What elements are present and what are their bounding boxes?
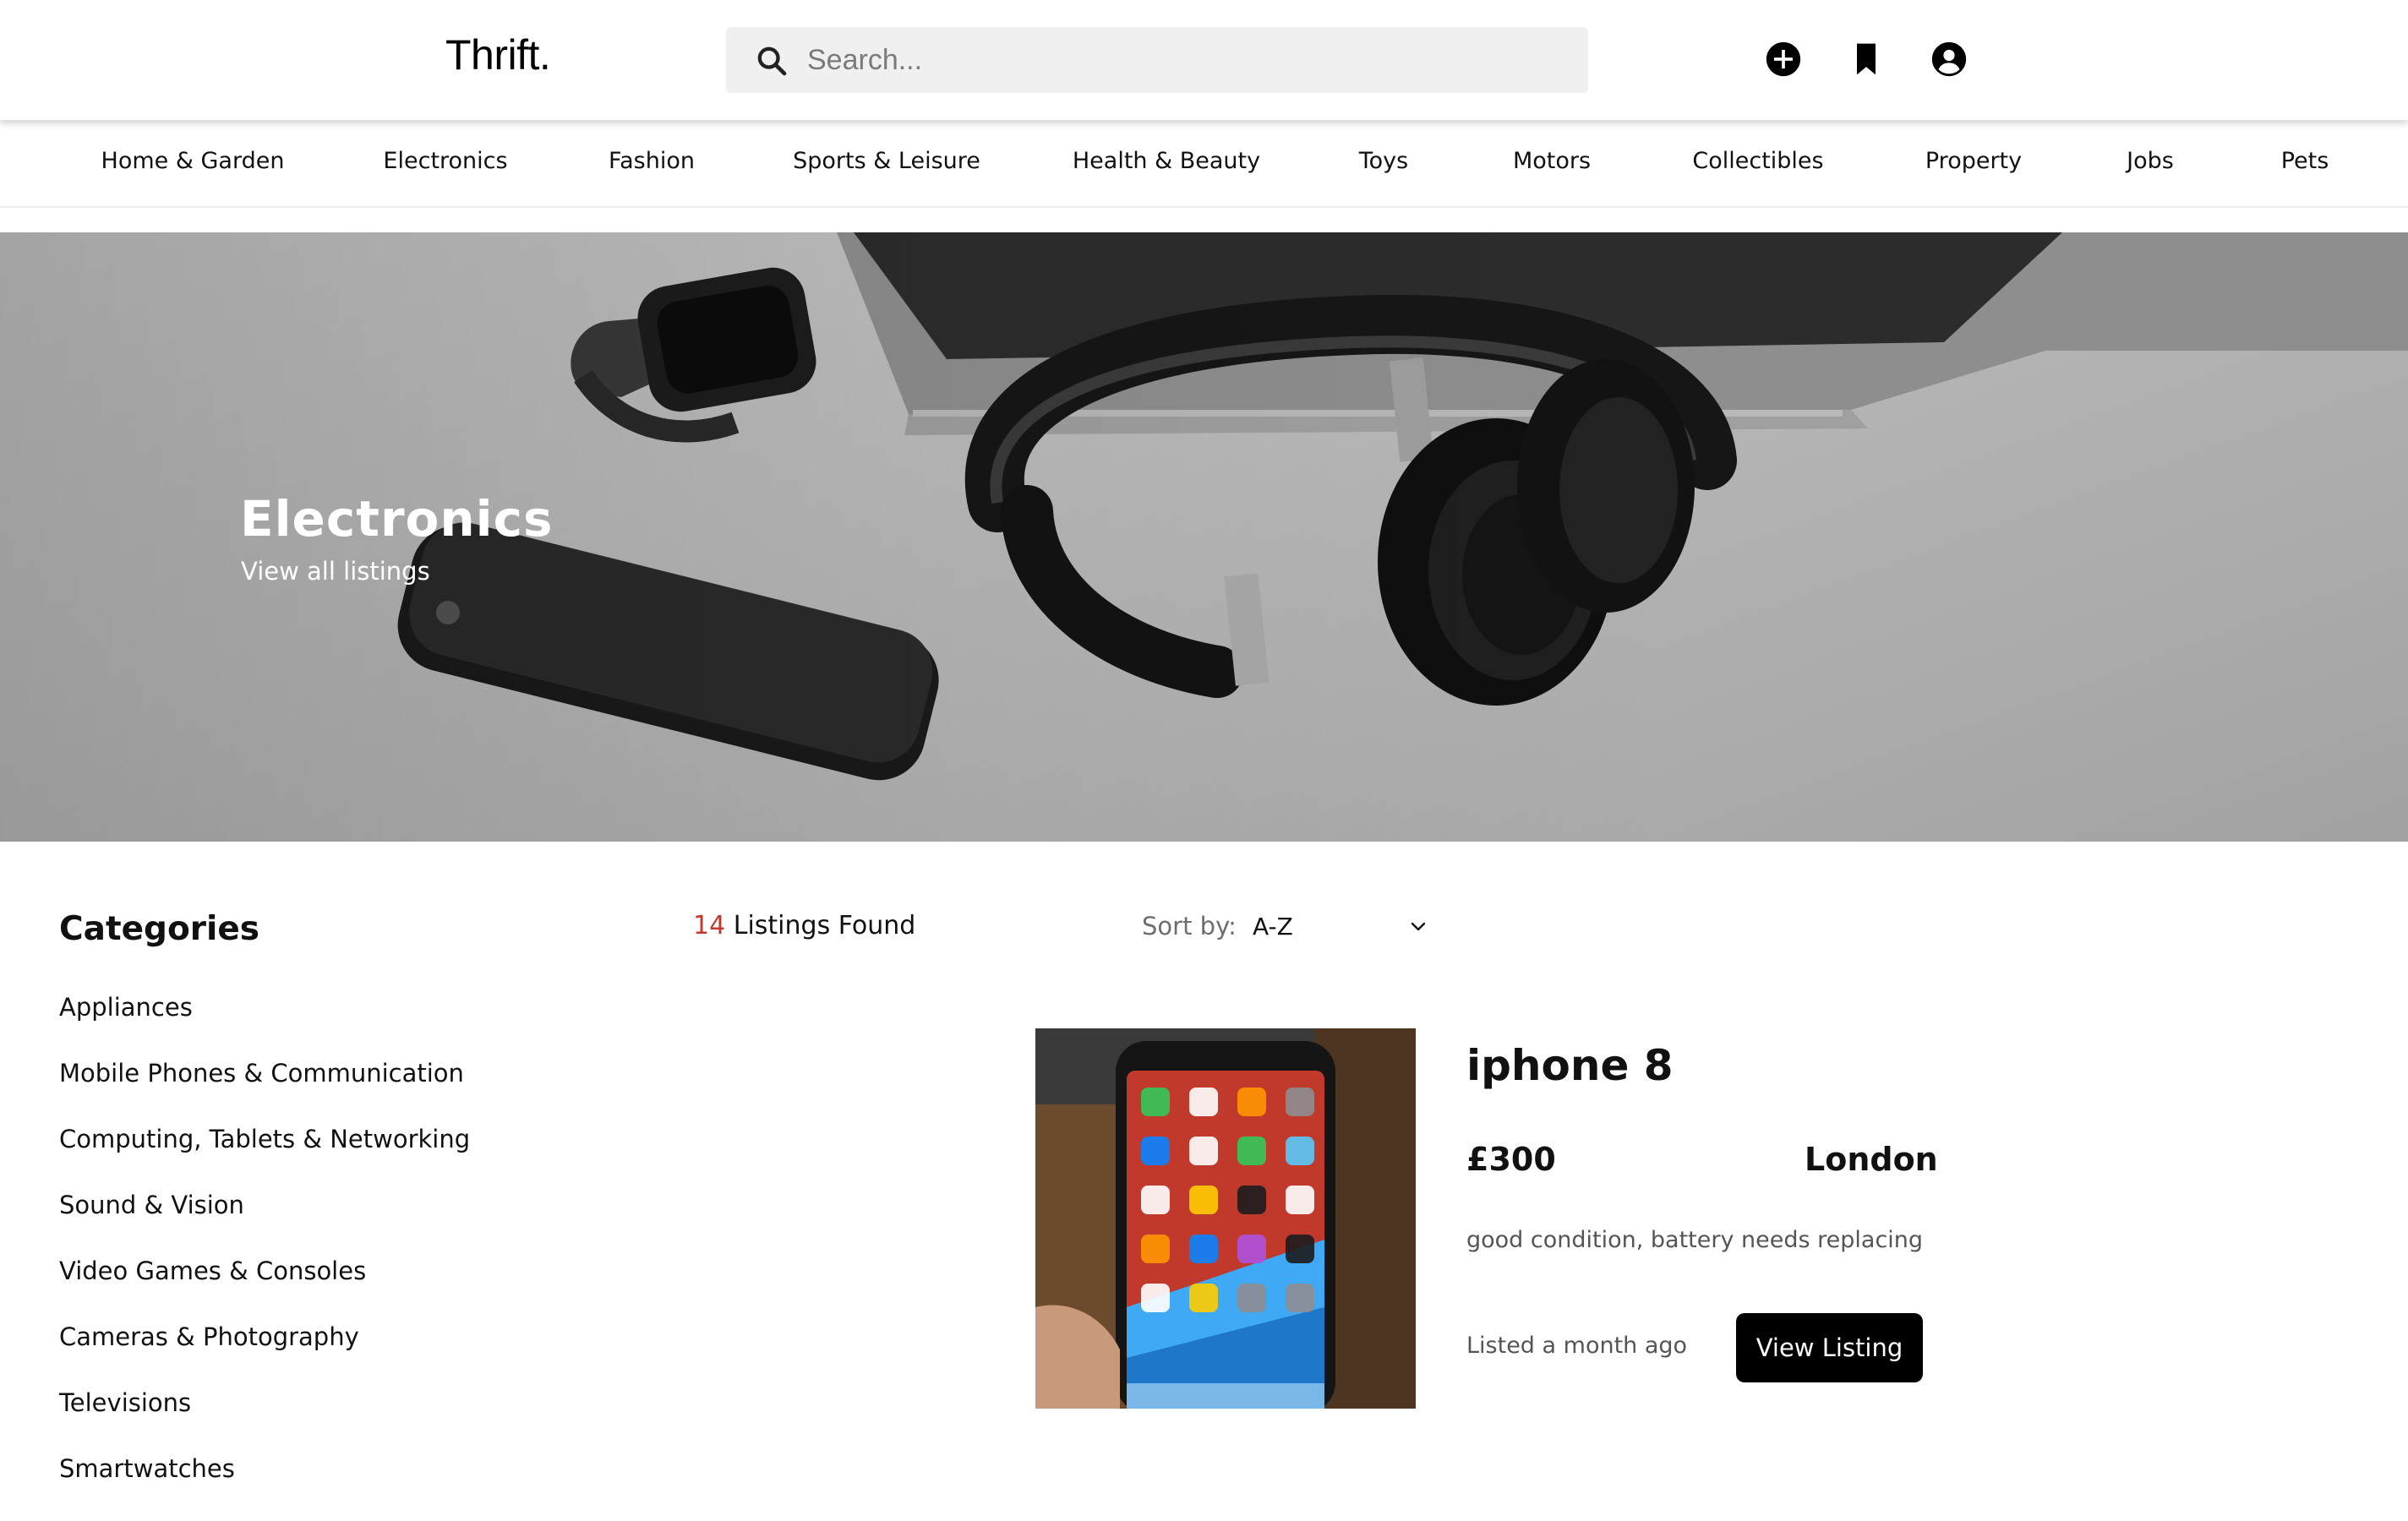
nav-item-home-garden[interactable]: Home & Garden [101, 148, 285, 174]
nav-item-electronics[interactable]: Electronics [383, 148, 507, 174]
nav-item-sports-leisure[interactable]: Sports & Leisure [793, 148, 980, 174]
account-icon[interactable] [1930, 41, 1968, 78]
sort-dropdown[interactable]: A-Z [1251, 911, 1428, 945]
results-count-number: 14 [693, 911, 726, 940]
hero-title: Electronics [240, 490, 554, 548]
site-logo[interactable]: Thrift. [445, 30, 551, 79]
nav-item-health-beauty[interactable]: Health & Beauty [1073, 148, 1260, 174]
category-item-smartwatches[interactable]: Smartwatches [59, 1452, 470, 1518]
nav-item-fashion[interactable]: Fashion [609, 148, 695, 174]
site-header: Thrift. [0, 0, 2408, 120]
category-item-video-games[interactable]: Video Games & Consoles [59, 1254, 470, 1320]
view-all-listings-link[interactable]: View all listings [241, 557, 430, 586]
listing-location: London [1805, 1141, 1938, 1178]
category-nav: Home & Garden Electronics Fashion Sports… [0, 120, 2408, 208]
listing-image [1035, 1028, 1416, 1409]
search-input[interactable] [807, 27, 1568, 93]
view-listing-button[interactable]: View Listing [1736, 1313, 1923, 1382]
search-icon[interactable] [755, 44, 789, 78]
category-item-cameras[interactable]: Cameras & Photography [59, 1320, 470, 1386]
bookmark-icon[interactable] [1848, 41, 1885, 78]
listing-price: £300 [1466, 1141, 1556, 1178]
add-circle-icon[interactable] [1765, 41, 1802, 78]
nav-item-collectibles[interactable]: Collectibles [1692, 148, 1823, 174]
category-item-computing[interactable]: Computing, Tablets & Networking [59, 1122, 470, 1188]
listing-date: Listed a month ago [1466, 1333, 1688, 1359]
results-count: 14 Listings Found [693, 911, 915, 940]
nav-item-toys[interactable]: Toys [1359, 148, 1408, 174]
nav-item-property[interactable]: Property [1925, 148, 2022, 174]
chevron-down-icon [1408, 916, 1428, 936]
nav-item-jobs[interactable]: Jobs [2127, 148, 2174, 174]
category-item-mobile-phones[interactable]: Mobile Phones & Communication [59, 1056, 470, 1122]
nav-item-pets[interactable]: Pets [2281, 148, 2329, 174]
listing-description: good condition, battery needs replacing [1466, 1227, 1924, 1253]
sort-value: A-Z [1253, 913, 1293, 940]
category-item-appliances[interactable]: Appliances [59, 990, 470, 1056]
sort-label: Sort by: [1142, 912, 1237, 940]
hero-banner: Electronics View all listings [0, 232, 2408, 842]
category-item-televisions[interactable]: Televisions [59, 1386, 470, 1452]
results-count-label: Listings Found [733, 911, 916, 940]
search-bar[interactable] [726, 27, 1588, 93]
listing-title[interactable]: iphone 8 [1466, 1041, 1674, 1090]
category-item-sound-vision[interactable]: Sound & Vision [59, 1188, 470, 1254]
listing-thumbnail[interactable] [1035, 1028, 1416, 1409]
categories-heading: Categories [59, 910, 260, 948]
nav-item-motors[interactable]: Motors [1513, 148, 1591, 174]
category-list: Appliances Mobile Phones & Communication… [59, 990, 470, 1518]
